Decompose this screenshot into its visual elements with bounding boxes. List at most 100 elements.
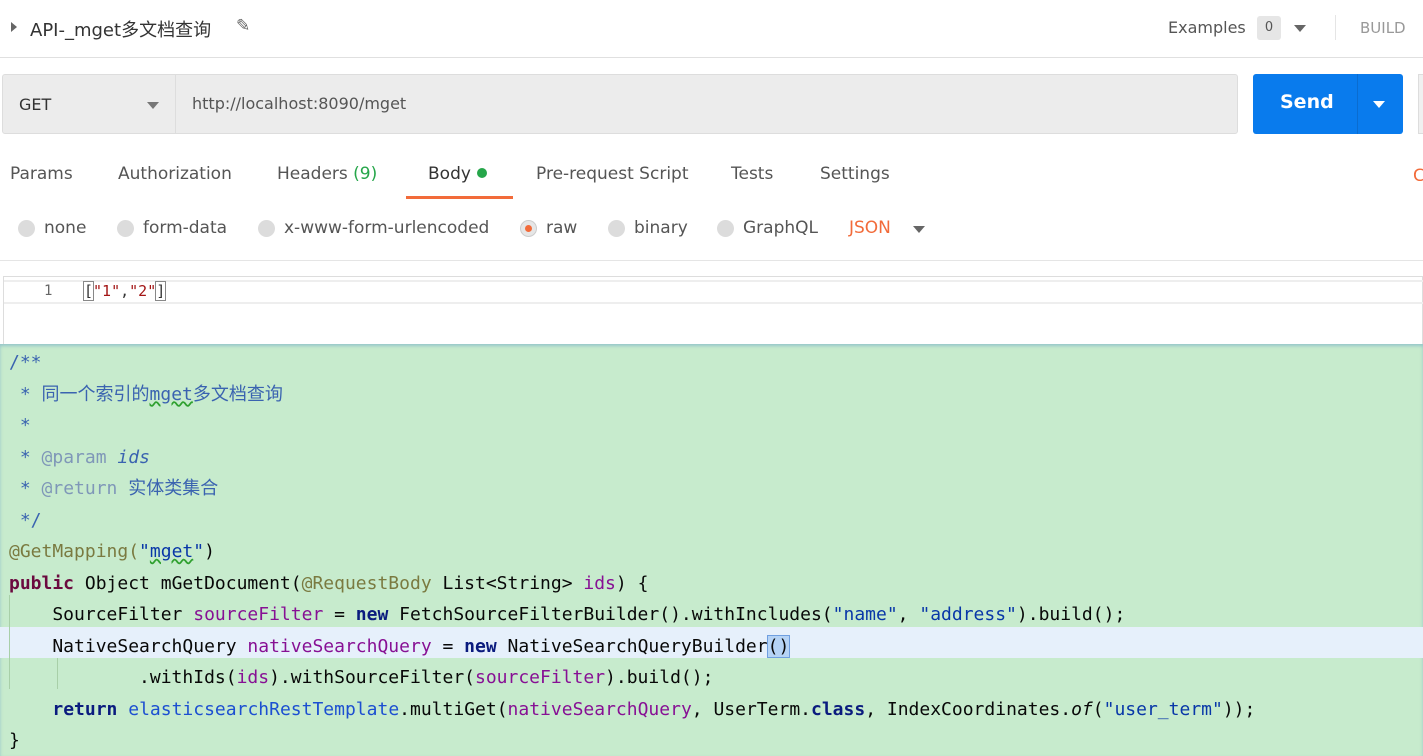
comma: , bbox=[120, 282, 130, 300]
code-line: @GetMapping("mget") bbox=[9, 536, 215, 567]
code-line: public Object mGetDocument(@RequestBody … bbox=[9, 568, 648, 599]
build-button[interactable]: BUILD bbox=[1360, 19, 1406, 37]
code-token: List<String> bbox=[431, 572, 584, 594]
radio-raw[interactable]: raw bbox=[520, 218, 577, 238]
code-token: return bbox=[52, 698, 118, 720]
code-line: * 同一个索引的mget多文档查询 bbox=[9, 379, 283, 410]
code-token: ids bbox=[117, 446, 150, 468]
format-select[interactable]: JSON bbox=[849, 218, 891, 238]
code-line: */ bbox=[9, 505, 42, 536]
radio-binary[interactable]: binary bbox=[608, 218, 688, 238]
send-dropdown-icon[interactable] bbox=[1373, 101, 1385, 108]
url-input[interactable]: http://localhost:8090/mget bbox=[192, 94, 406, 113]
radio-icon bbox=[258, 219, 275, 237]
code-token: "user_term" bbox=[1103, 698, 1223, 720]
code-token: .withIds( bbox=[9, 667, 237, 688]
cookies-link[interactable]: C bbox=[1413, 166, 1423, 186]
code-token: 多文档查询 bbox=[192, 383, 283, 405]
code-token: ids bbox=[236, 667, 270, 688]
request-header: API-_mget多文档查询 ✎ Examples 0 BUILD bbox=[0, 0, 1423, 58]
code-token: */ bbox=[9, 509, 42, 531]
radio-none[interactable]: none bbox=[18, 218, 86, 238]
examples-label[interactable]: Examples bbox=[1168, 18, 1246, 37]
code-token: @GetMapping( bbox=[9, 541, 140, 562]
code-token: "address" bbox=[919, 604, 1017, 625]
tab-tests[interactable]: Tests bbox=[731, 164, 773, 199]
tab-headers[interactable]: Headers (9) bbox=[277, 164, 377, 199]
code-token: , IndexCoordinates. bbox=[865, 698, 1072, 720]
code-token: Object mGetDocument( bbox=[74, 572, 302, 594]
code-token: ).withSourceFilter( bbox=[269, 667, 475, 688]
bracket: [ bbox=[82, 281, 95, 301]
code-token: ) { bbox=[615, 572, 649, 594]
code-token: "name" bbox=[832, 604, 898, 625]
radio-graphql[interactable]: GraphQL bbox=[717, 218, 818, 238]
expand-caret-icon[interactable] bbox=[11, 22, 17, 32]
code-token: * bbox=[9, 478, 42, 499]
code-token: 实体类集合 bbox=[117, 478, 219, 499]
radio-label: none bbox=[44, 218, 87, 238]
tab-pre-request-script[interactable]: Pre-request Script bbox=[536, 164, 689, 199]
code-line: NativeSearchQuery nativeSearchQuery = ne… bbox=[9, 631, 791, 662]
code-line: } bbox=[9, 725, 20, 756]
headers-count: (9) bbox=[353, 164, 378, 184]
code-token: = bbox=[431, 635, 465, 657]
code-token: mget bbox=[149, 541, 194, 562]
code-line: * bbox=[9, 410, 31, 441]
code-token: mget bbox=[149, 383, 193, 405]
divider bbox=[1335, 15, 1336, 40]
code-token: )); bbox=[1222, 698, 1256, 720]
code-token: new bbox=[464, 635, 497, 657]
send-button[interactable]: Send bbox=[1253, 74, 1403, 134]
code-token: @param bbox=[41, 446, 107, 468]
code-token: , UserTerm. bbox=[691, 698, 811, 720]
radio-label: GraphQL bbox=[743, 218, 818, 238]
code-token: SourceFilter bbox=[9, 604, 194, 625]
code-line: .withIds(ids).withSourceFilter(sourceFil… bbox=[9, 662, 713, 693]
radio-icon bbox=[18, 219, 35, 237]
request-tabs: Params Authorization Headers (9) Body Pr… bbox=[0, 164, 1423, 200]
divider bbox=[0, 260, 1423, 261]
radio-urlencoded[interactable]: x-www-form-urlencoded bbox=[258, 218, 489, 238]
code-token: @return bbox=[41, 478, 118, 499]
code-line: return elasticsearchRestTemplate.multiGe… bbox=[9, 694, 1255, 725]
code-token: } bbox=[9, 730, 20, 751]
code-token: ( bbox=[1092, 698, 1104, 720]
body-editor[interactable]: 1 ["1","2"] bbox=[3, 276, 1423, 344]
code-token: () bbox=[766, 634, 791, 658]
send-label: Send bbox=[1280, 91, 1334, 113]
tab-settings[interactable]: Settings bbox=[820, 164, 890, 199]
examples-dropdown-icon[interactable] bbox=[1294, 25, 1306, 32]
code-token: class bbox=[811, 698, 866, 720]
save-button[interactable] bbox=[1418, 74, 1423, 134]
code-token: ids bbox=[583, 572, 616, 594]
code-token: @RequestBody bbox=[301, 572, 432, 594]
code-token: /** bbox=[9, 352, 42, 373]
code-token: new bbox=[355, 604, 389, 625]
edit-pencil-icon[interactable]: ✎ bbox=[236, 16, 250, 36]
code-line: * @return 实体类集合 bbox=[9, 473, 218, 504]
status-dot-icon bbox=[476, 168, 487, 178]
chevron-down-icon[interactable] bbox=[913, 226, 925, 233]
tab-params[interactable]: Params bbox=[10, 164, 73, 199]
ide-code-panel: /** * 同一个索引的mget多文档查询 * * @param ids * @… bbox=[0, 344, 1423, 756]
code-token: " bbox=[139, 541, 150, 562]
code-token: ) bbox=[204, 541, 215, 562]
request-title[interactable]: API-_mget多文档查询 bbox=[30, 16, 211, 42]
tab-authorization[interactable]: Authorization bbox=[118, 164, 232, 199]
code-token: ).build(); bbox=[605, 667, 714, 688]
radio-form-data[interactable]: form-data bbox=[117, 218, 227, 238]
radio-label: x-www-form-urlencoded bbox=[284, 218, 490, 238]
code-token: of bbox=[1071, 698, 1093, 720]
tab-body[interactable]: Body bbox=[406, 164, 513, 199]
method-select[interactable]: GET bbox=[3, 75, 176, 133]
radio-icon bbox=[717, 219, 734, 237]
code-token: sourceFilter bbox=[475, 667, 606, 688]
line-number: 1 bbox=[44, 283, 53, 299]
divider bbox=[1357, 74, 1358, 134]
code-token: ).build(); bbox=[1016, 604, 1126, 625]
body-code[interactable]: ["1","2"] bbox=[82, 281, 167, 301]
code-token: elasticsearchRestTemplate bbox=[128, 698, 400, 720]
